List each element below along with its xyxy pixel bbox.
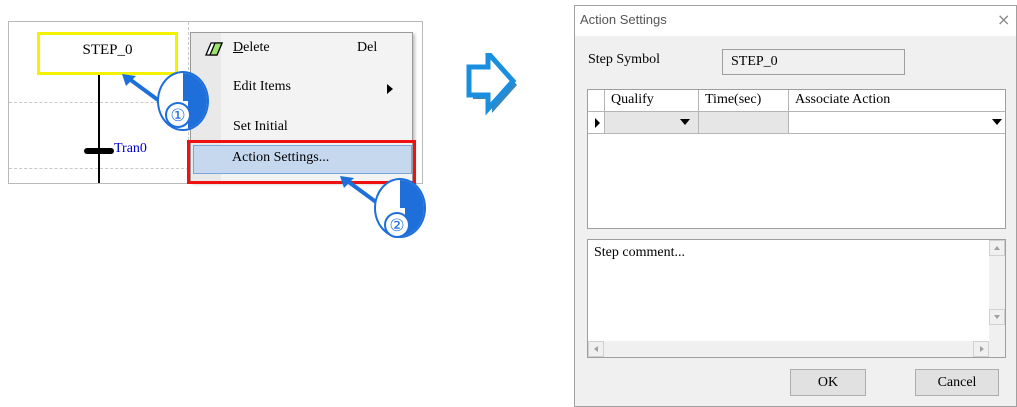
chevron-down-icon: [992, 119, 1002, 125]
menu-item-delete[interactable]: Delete Del: [193, 35, 410, 62]
submenu-arrow-icon: [387, 84, 393, 94]
dialog-titlebar[interactable]: Action Settings ×: [575, 6, 1016, 36]
scroll-right-icon[interactable]: [973, 341, 989, 357]
sfc-vertical-link: [98, 75, 100, 183]
menu-item-delete-label: elete: [243, 40, 270, 55]
column-header-associate-action[interactable]: Associate Action: [789, 90, 1005, 112]
associate-action-select[interactable]: [789, 112, 1005, 134]
column-header-time[interactable]: Time(sec): [699, 90, 789, 112]
vertical-scrollbar[interactable]: [989, 240, 1005, 341]
step-symbol-label: Step Symbol: [588, 52, 660, 67]
menu-item-edit-items-label: Edit Items: [233, 79, 291, 94]
transition-label: Tran0: [114, 141, 147, 156]
eraser-icon: [205, 42, 223, 56]
row-pointer-icon: [595, 118, 600, 128]
horizontal-scrollbar[interactable]: [588, 341, 1005, 357]
action-settings-dialog: Action Settings × Step Symbol STEP_0 Qua…: [574, 5, 1017, 407]
transition-bar[interactable]: [84, 148, 114, 154]
pointer-arrow-icon: [340, 176, 378, 204]
menu-item-set-initial[interactable]: Set Initial: [193, 114, 410, 141]
step-block[interactable]: STEP_0: [37, 32, 178, 75]
qualify-select[interactable]: [605, 112, 699, 134]
action-table: Qualify Time(sec) Associate Action: [587, 89, 1006, 229]
scroll-left-icon[interactable]: [588, 341, 604, 357]
scroll-up-icon[interactable]: [989, 240, 1005, 256]
scroll-down-icon[interactable]: [989, 309, 1005, 325]
step-symbol-value: STEP_0: [731, 54, 778, 69]
cancel-button[interactable]: Cancel: [915, 369, 999, 396]
pointer-arrow-icon: [122, 74, 160, 102]
step-label: STEP_0: [82, 42, 133, 58]
close-icon[interactable]: ×: [997, 10, 1010, 29]
dialog-title: Action Settings: [580, 12, 667, 27]
menu-item-delete-mnemonic: D: [233, 40, 244, 55]
time-input[interactable]: [699, 112, 789, 134]
chevron-down-icon: [680, 119, 690, 125]
step-comment-textarea[interactable]: Step comment...: [587, 239, 1006, 358]
highlight-box: [187, 140, 416, 184]
ok-button[interactable]: OK: [790, 369, 866, 396]
step-number-badge: ①: [165, 102, 191, 128]
right-arrow-icon: [466, 53, 517, 116]
menu-item-set-initial-label: Set Initial: [233, 119, 288, 134]
step-number-badge: ②: [384, 212, 410, 238]
menu-item-edit-items[interactable]: Edit Items: [193, 74, 410, 101]
step-symbol-field: STEP_0: [722, 49, 905, 75]
menu-item-delete-shortcut: Del: [357, 40, 378, 55]
step-comment-placeholder: Step comment...: [594, 245, 685, 260]
row-selector[interactable]: [588, 112, 605, 134]
column-header-qualify[interactable]: Qualify: [605, 90, 699, 112]
row-header-corner: [588, 90, 605, 112]
